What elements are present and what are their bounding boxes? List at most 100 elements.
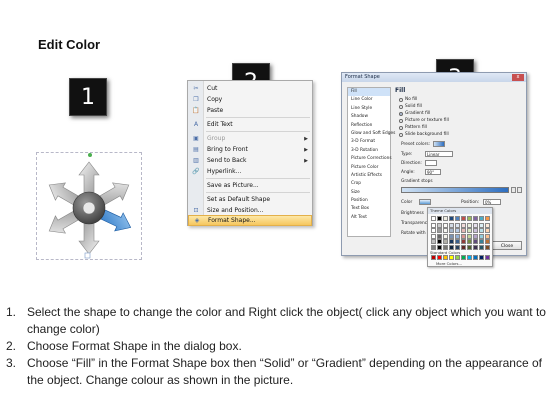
color-swatch[interactable] (461, 228, 466, 233)
standard-color-swatch[interactable] (443, 255, 448, 260)
color-swatch[interactable] (485, 233, 490, 239)
menu-item-save-as-picture[interactable]: Save as Picture... (188, 180, 312, 191)
menu-item-paste[interactable]: 📋 Paste (188, 105, 312, 116)
color-swatch[interactable] (437, 216, 442, 221)
menu-item-format-shape[interactable]: ◈ Format Shape... (188, 215, 312, 226)
color-swatch[interactable] (479, 244, 484, 250)
option-solid-fill[interactable]: Solid fill (399, 104, 422, 109)
color-swatch[interactable] (455, 244, 460, 250)
color-swatch[interactable] (461, 222, 466, 228)
nav-item-picture-corrections[interactable]: Picture Corrections (348, 155, 392, 163)
color-swatch[interactable] (455, 239, 460, 244)
color-swatch[interactable] (443, 228, 448, 233)
nav-item-3d-rotation[interactable]: 3-D Rotation (348, 147, 390, 155)
color-swatch[interactable] (455, 216, 460, 221)
color-swatch[interactable] (443, 244, 448, 250)
color-swatch[interactable] (467, 233, 472, 239)
menu-item-copy[interactable]: ❐ Copy (188, 94, 312, 105)
color-swatch[interactable] (455, 233, 460, 239)
color-swatch[interactable] (449, 239, 454, 244)
type-dropdown[interactable]: Linear (425, 151, 453, 157)
color-swatch[interactable] (443, 216, 448, 221)
standard-color-swatch[interactable] (479, 255, 484, 260)
nav-item-line-color[interactable]: Line Color (348, 96, 390, 104)
color-swatch[interactable] (473, 222, 478, 228)
color-swatch[interactable] (443, 233, 448, 239)
nav-item-picture-color[interactable]: Picture Color (348, 164, 390, 172)
color-swatch[interactable] (449, 233, 454, 239)
color-swatch[interactable] (473, 216, 478, 221)
standard-color-swatch[interactable] (461, 255, 466, 260)
close-icon[interactable]: x (512, 74, 524, 81)
color-swatch[interactable] (461, 239, 466, 244)
color-swatch[interactable] (431, 233, 436, 239)
color-swatch[interactable] (437, 233, 442, 239)
color-swatch[interactable] (479, 239, 484, 244)
color-swatch[interactable] (479, 216, 484, 221)
color-swatch[interactable] (455, 222, 460, 228)
color-swatch[interactable] (449, 216, 454, 221)
color-swatch[interactable] (431, 239, 436, 244)
preset-colors-dropdown[interactable] (433, 141, 445, 147)
color-swatch[interactable] (473, 233, 478, 239)
more-colors-link[interactable]: More Colors... (436, 261, 462, 266)
color-swatch[interactable] (467, 244, 472, 250)
arrow-hub-shape[interactable] (37, 153, 143, 261)
option-slide-background-fill[interactable]: Slide background fill (399, 132, 449, 137)
color-swatch[interactable] (467, 222, 472, 228)
add-stop-icon[interactable] (511, 187, 516, 193)
menu-item-send-to-back[interactable]: ▥ Send to Back ▶ (188, 155, 312, 166)
close-button[interactable]: Close (492, 241, 522, 250)
color-swatch[interactable] (473, 244, 478, 250)
color-swatch[interactable] (485, 244, 490, 250)
selected-shape-frame[interactable] (36, 152, 142, 260)
color-swatch[interactable] (479, 222, 484, 228)
rotation-handle[interactable] (88, 153, 92, 157)
color-swatch[interactable] (461, 244, 466, 250)
gradient-stops-bar[interactable] (401, 187, 509, 193)
menu-item-cut[interactable]: ✂ Cut (188, 83, 312, 94)
color-picker-button[interactable] (419, 199, 431, 205)
option-no-fill[interactable]: No fill (399, 97, 417, 102)
color-swatch[interactable] (431, 216, 436, 221)
resize-handle[interactable] (84, 252, 91, 259)
nav-item-reflection[interactable]: Reflection (348, 122, 390, 130)
remove-stop-icon[interactable] (517, 187, 522, 193)
nav-item-text-box[interactable]: Text Box (348, 205, 390, 213)
color-swatch[interactable] (443, 239, 448, 244)
nav-item-artistic-effects[interactable]: Artistic Effects (348, 172, 390, 180)
color-swatch[interactable] (449, 228, 454, 233)
angle-input[interactable]: 90° (425, 169, 441, 175)
option-picture-fill[interactable]: Picture or texture fill (399, 118, 449, 123)
color-swatch[interactable] (437, 239, 442, 244)
direction-dropdown[interactable] (425, 160, 437, 166)
color-swatch[interactable] (473, 228, 478, 233)
color-swatch[interactable] (479, 233, 484, 239)
standard-color-swatch[interactable] (485, 255, 490, 260)
color-swatch[interactable] (467, 216, 472, 221)
color-swatch[interactable] (485, 228, 490, 233)
color-swatch[interactable] (449, 222, 454, 228)
menu-item-bring-to-front[interactable]: ▤ Bring to Front ▶ (188, 144, 312, 155)
nav-item-line-style[interactable]: Line Style (348, 105, 390, 113)
menu-item-hyperlink[interactable]: 🔗 Hyperlink... (188, 166, 312, 177)
nav-item-glow[interactable]: Glow and Soft Edges (348, 130, 395, 138)
menu-item-group[interactable]: ▣ Group ▶ (188, 133, 312, 144)
nav-item-alt-text[interactable]: Alt Text (348, 214, 390, 222)
color-swatch[interactable] (455, 228, 460, 233)
menu-item-edit-text[interactable]: A Edit Text (188, 119, 312, 130)
standard-color-swatch[interactable] (455, 255, 460, 260)
color-swatch[interactable] (431, 228, 436, 233)
standard-color-swatch[interactable] (467, 255, 472, 260)
nav-item-position[interactable]: Position (348, 197, 390, 205)
color-swatch[interactable] (467, 239, 472, 244)
color-swatch[interactable] (467, 228, 472, 233)
color-swatch[interactable] (431, 244, 436, 250)
nav-item-shadow[interactable]: Shadow (348, 113, 390, 121)
standard-color-swatch[interactable] (431, 255, 436, 260)
color-swatch[interactable] (437, 244, 442, 250)
nav-item-size[interactable]: Size (348, 189, 390, 197)
color-swatch[interactable] (443, 222, 448, 228)
color-swatch[interactable] (473, 239, 478, 244)
nav-item-fill[interactable]: Fill (348, 88, 390, 97)
